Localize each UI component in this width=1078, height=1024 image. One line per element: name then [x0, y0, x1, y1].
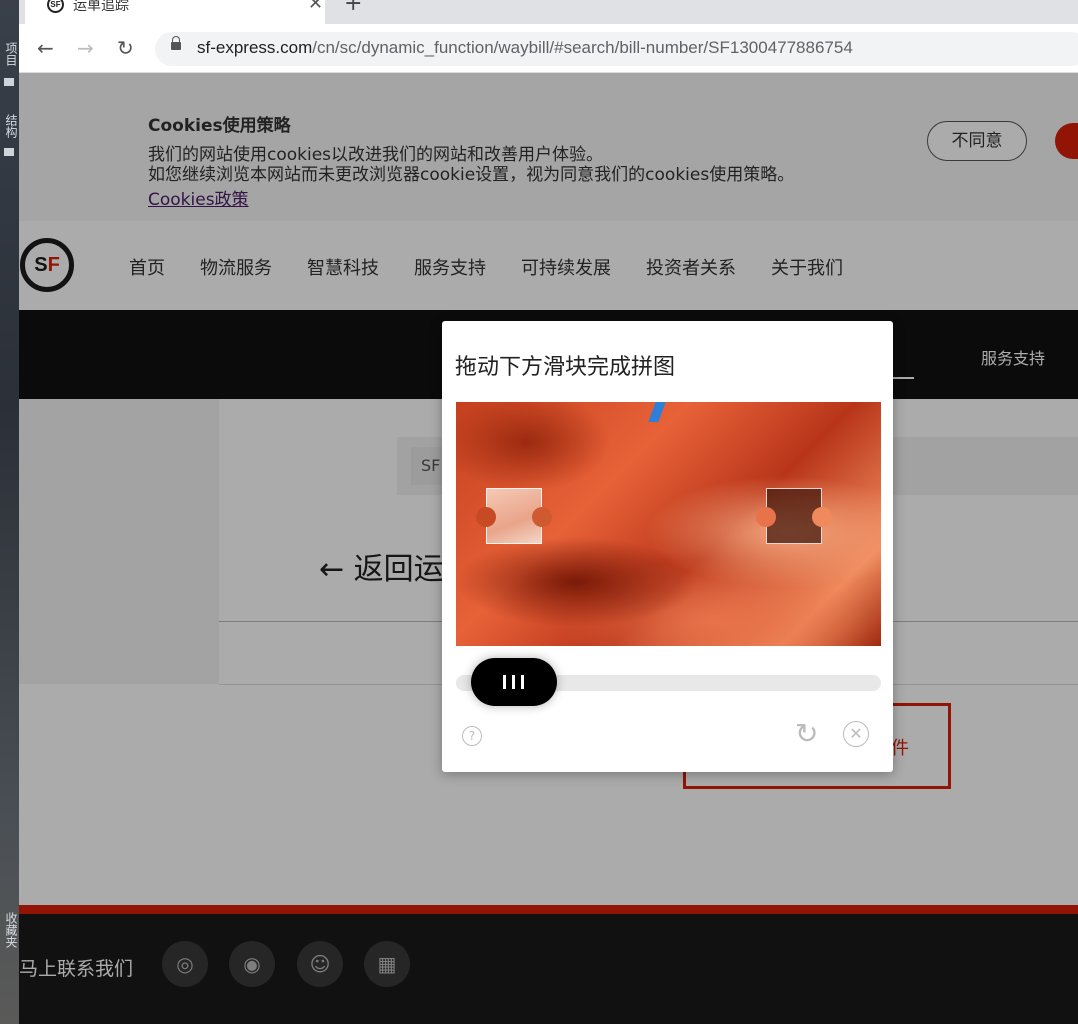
sidebar-label-favorites[interactable]: 收藏夹 [3, 912, 20, 948]
reload-icon[interactable]: ↻ [117, 36, 134, 60]
refresh-icon[interactable]: ↻ [795, 720, 818, 748]
structure-icon[interactable] [4, 148, 14, 156]
sky-patch [648, 402, 666, 422]
sf-favicon-icon: SF [47, 0, 64, 13]
forward-arrow-icon[interactable]: → [77, 36, 94, 60]
tab-waybill[interactable]: SF 运单追踪 ✕ [25, 0, 325, 24]
slot-notch-right [812, 507, 832, 527]
piece-notch-left [476, 507, 496, 527]
close-icon[interactable]: ✕ [843, 721, 869, 747]
slider-handle[interactable] [471, 658, 557, 706]
address-bar[interactable]: sf-express.com/cn/sc/dynamic_function/wa… [155, 32, 1078, 66]
puzzle-target-slot [756, 488, 832, 544]
tab-strip: SF 运单追踪 ✕ + [19, 0, 1078, 24]
close-tab-icon[interactable]: ✕ [308, 0, 323, 14]
piece-notch-right [532, 507, 552, 527]
captcha-title: 拖动下方滑块完成拼图 [455, 355, 676, 380]
sidebar-label-structure[interactable]: 结构 [3, 114, 20, 138]
puzzle-piece[interactable] [476, 488, 552, 544]
url-text[interactable]: sf-express.com/cn/sc/dynamic_function/wa… [197, 38, 853, 58]
browser-toolbar: ← → ↻ sf-express.com/cn/sc/dynamic_funct… [19, 24, 1078, 73]
grip-line-icon [512, 675, 515, 689]
grip-line-icon [521, 675, 524, 689]
tab-title: 运单追踪 [73, 0, 129, 14]
sidebar-label-project[interactable]: 项目 [3, 42, 20, 66]
grip-line-icon [503, 675, 506, 689]
slot-notch-left [756, 507, 776, 527]
browser-window: SF 运单追踪 ✕ + ← → ↻ sf-express.com/cn/sc/d… [19, 0, 1078, 1024]
slider-captcha-dialog: 拖动下方滑块完成拼图 ? ↻ ✕ [442, 321, 893, 772]
help-icon[interactable]: ? [462, 726, 482, 746]
ide-side-strip: 项目 结构 收藏夹 [0, 0, 19, 1024]
new-tab-icon[interactable]: + [344, 0, 362, 16]
puzzle-image [456, 402, 881, 646]
folder-icon[interactable] [4, 78, 14, 86]
back-arrow-icon[interactable]: ← [37, 36, 54, 60]
lock-icon[interactable] [171, 36, 181, 50]
